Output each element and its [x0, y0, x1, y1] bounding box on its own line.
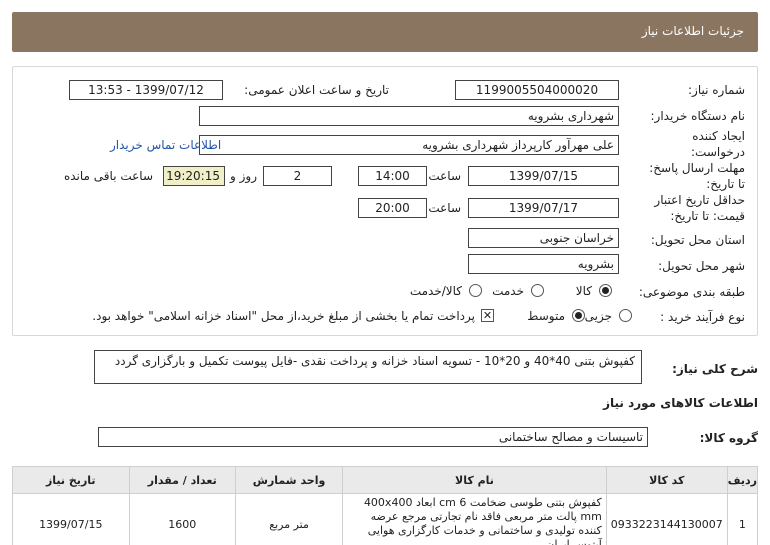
- category-goods-label: کالا: [575, 284, 592, 298]
- remaining-time-label: ساعت باقی مانده: [63, 169, 153, 183]
- announce-field: 1399/07/12 - 13:53: [69, 80, 223, 100]
- category-service-label: خدمت: [492, 284, 524, 298]
- city-field: بشرویه: [468, 254, 619, 274]
- col-unit: واحد شمارش: [235, 466, 344, 494]
- goods-section-title: اطلاعات کالاهای مورد نیاز: [603, 396, 758, 410]
- deadline-time-field: 14:00: [358, 166, 427, 186]
- days-label: روز و: [230, 169, 257, 183]
- goods-table: ردیف کد کالا نام کالا واحد شمارش تعداد /…: [12, 466, 759, 545]
- deadline-time-label: ساعت: [428, 169, 461, 183]
- col-qty: تعداد / مقدار: [128, 466, 237, 494]
- col-index: ردیف: [726, 466, 759, 494]
- validity-date-field: 1399/07/17: [468, 198, 619, 218]
- validity-label-line1: حداقل تاریخ اعتبار: [654, 193, 745, 207]
- need-number-field: 1199005504000020: [455, 80, 619, 100]
- validity-time-field: 20:00: [358, 198, 427, 218]
- col-date: تاریخ نیاز: [12, 466, 130, 494]
- province-field: خراسان جنوبی: [468, 228, 619, 248]
- page-header: جزئیات اطلاعات نیاز: [12, 12, 758, 52]
- description-field: کفپوش بتنی 40*40 و 20*10 - تسویه اسناد خ…: [94, 350, 642, 384]
- treasury-payment-checkbox[interactable]: ✕: [481, 309, 494, 322]
- deadline-label-line2: تا تاریخ:: [706, 177, 745, 191]
- deadline-label-line1: مهلت ارسال پاسخ:: [649, 161, 745, 175]
- city-label: شهر محل تحویل:: [658, 259, 745, 273]
- treasury-payment-note: پرداخت تمام یا بخشی از مبلغ خرید،از محل …: [92, 309, 475, 323]
- process-minor-label: جزیی: [584, 309, 612, 323]
- process-medium-radio[interactable]: [572, 309, 585, 322]
- need-number-label: شماره نیاز:: [688, 83, 745, 97]
- goods-group-label: گروه کالا:: [699, 431, 758, 445]
- row-unit: متر مربع: [235, 493, 344, 545]
- validity-label-line2: قیمت: تا تاریخ:: [670, 209, 745, 223]
- days-remaining-field: 2: [263, 166, 332, 186]
- category-label: طبقه بندی موضوعی:: [638, 285, 745, 299]
- category-goods-service-label: کالا/خدمت: [409, 284, 462, 298]
- page-title: جزئیات اطلاعات نیاز: [641, 24, 744, 38]
- category-service-radio[interactable]: [531, 284, 544, 297]
- need-details-panel: شماره نیاز: 1199005504000020 تاریخ و ساع…: [12, 66, 758, 336]
- goods-group-field: تاسیسات و مصالح ساختمانی: [98, 427, 648, 447]
- category-goods-radio[interactable]: [599, 284, 612, 297]
- process-medium-label: متوسط: [527, 309, 565, 323]
- row-name: کفپوش بتنی طوسی ضخامت 6 cm ابعاد 400x400…: [342, 493, 607, 545]
- table-row[interactable]: 1 0933223144130007 کفپوش بتنی طوسی ضخامت…: [12, 493, 759, 545]
- row-index: 1: [726, 493, 759, 545]
- creator-label-line1: ایجاد کننده: [692, 129, 745, 143]
- col-name: نام کالا: [342, 466, 607, 494]
- process-label: نوع فرآیند خرید :: [660, 310, 745, 324]
- creator-label-line2: درخواست:: [691, 145, 745, 159]
- row-date: 1399/07/15: [12, 493, 130, 545]
- col-code: کد کالا: [605, 466, 728, 494]
- creator-field: علی مهرآور کارپرداز شهرداری بشرویه: [199, 135, 619, 155]
- deadline-date-field: 1399/07/15: [468, 166, 619, 186]
- buyer-org-label: نام دستگاه خریدار:: [650, 109, 746, 123]
- process-minor-radio[interactable]: [619, 309, 632, 322]
- buyer-contact-link[interactable]: اطلاعات تماس خریدار: [110, 138, 221, 152]
- row-code: 0933223144130007: [605, 493, 728, 545]
- validity-time-label: ساعت: [428, 201, 461, 215]
- goods-table-header: ردیف کد کالا نام کالا واحد شمارش تعداد /…: [12, 466, 759, 494]
- row-qty: 1600: [128, 493, 237, 545]
- buyer-org-field: شهرداری بشرویه: [199, 106, 619, 126]
- province-label: استان محل تحویل:: [650, 233, 745, 247]
- category-goods-service-radio[interactable]: [469, 284, 482, 297]
- description-label: شرح کلی نیاز:: [672, 362, 758, 376]
- announce-label: تاریخ و ساعت اعلان عمومی:: [244, 83, 389, 97]
- remaining-time-field: 19:20:15: [163, 166, 225, 186]
